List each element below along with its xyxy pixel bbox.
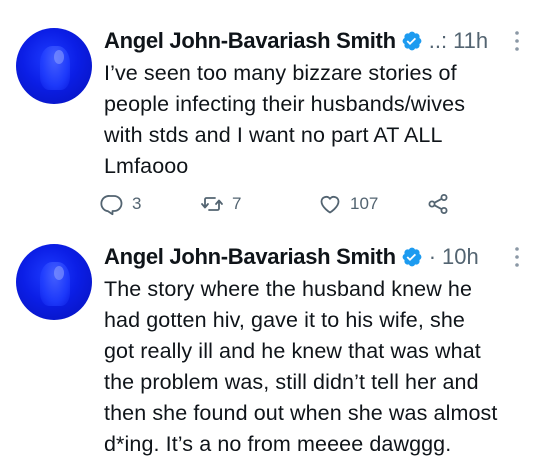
display-name[interactable]: Angel John-Bavariash Smith [104, 244, 396, 270]
tweet[interactable]: Angel John-Bavariash Smith ..: 11h I’ve … [0, 0, 537, 236]
header-separator: · [428, 244, 437, 269]
tweet-text: I’ve seen too many bizzare stories of pe… [104, 61, 466, 178]
timestamp[interactable]: 10h [442, 244, 479, 270]
retweet-icon [201, 197, 223, 211]
avatar[interactable] [16, 28, 92, 104]
header-separator: ..: [428, 28, 448, 53]
avatar[interactable] [16, 244, 92, 320]
tweet-header: Angel John-Bavariash Smith ..: 11h [104, 26, 488, 56]
like-button[interactable]: 107 [318, 188, 378, 220]
display-name[interactable]: Angel John-Bavariash Smith [104, 28, 396, 54]
tweet[interactable]: Angel John-Bavariash Smith · 10h The sto… [0, 236, 537, 470]
tweet-header: Angel John-Bavariash Smith · 10h [104, 242, 479, 272]
tweet-actions: 3 7 107 [100, 188, 480, 220]
verified-badge-icon [402, 247, 422, 267]
timestamp[interactable]: 11h [453, 28, 488, 54]
more-options-icon[interactable] [512, 246, 522, 268]
reply-count: 3 [132, 194, 142, 213]
like-icon [320, 196, 340, 214]
retweet-count: 7 [232, 194, 242, 213]
reply-icon [100, 195, 123, 216]
verified-badge-icon [402, 31, 422, 51]
like-count: 107 [350, 194, 379, 213]
tweet-text: The story where the husband knew he had … [104, 277, 498, 456]
share-icon [428, 194, 448, 214]
retweet-button[interactable]: 7 [200, 188, 241, 220]
reply-button[interactable]: 3 [100, 188, 141, 220]
more-options-icon[interactable] [512, 30, 522, 52]
share-button[interactable] [426, 188, 450, 220]
